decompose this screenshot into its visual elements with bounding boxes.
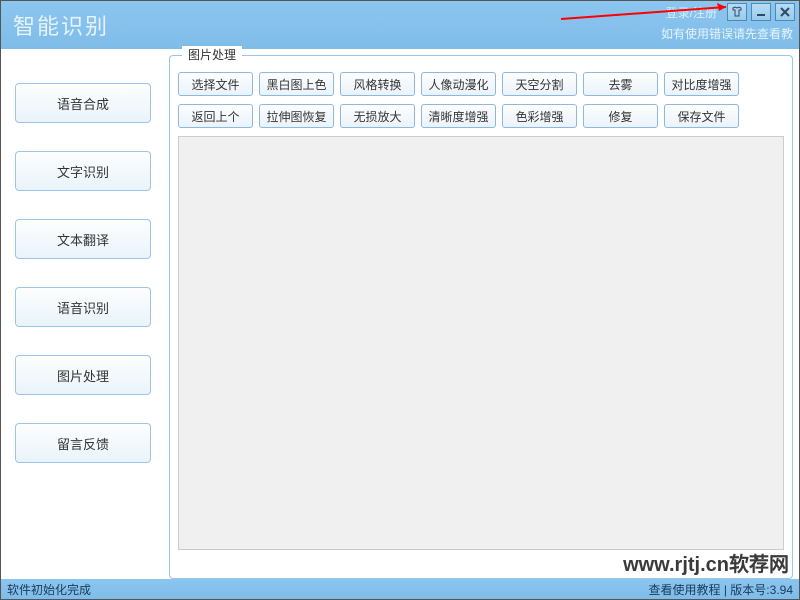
- statusbar: 软件初始化完成 查看使用教程 | 版本号:3.94: [1, 579, 799, 599]
- close-button[interactable]: [775, 3, 795, 21]
- main-area: 语音合成 文字识别 文本翻译 语音识别 图片处理 留言反馈 图片处理 选择文件 …: [1, 49, 799, 581]
- image-processing-group: 图片处理 选择文件 黑白图上色 风格转换 人像动漫化 天空分割 去雾 对比度增强…: [169, 55, 793, 579]
- version-label: 版本号:: [730, 583, 769, 597]
- titlebar: 智能识别 登录/注册 如有使用错误请先查看教: [1, 1, 799, 49]
- image-canvas: [178, 136, 784, 550]
- style-transfer-button[interactable]: 风格转换: [340, 72, 415, 96]
- lossless-enlarge-button[interactable]: 无损放大: [340, 104, 415, 128]
- app-title: 智能识别: [13, 9, 109, 41]
- clarity-enhance-button[interactable]: 清晰度增强: [421, 104, 496, 128]
- sidebar-item-asr[interactable]: 语音识别: [15, 287, 151, 327]
- tutorial-link[interactable]: 查看使用教程: [648, 583, 720, 597]
- stretch-restore-button[interactable]: 拉伸图恢复: [259, 104, 334, 128]
- contrast-enhance-button[interactable]: 对比度增强: [664, 72, 739, 96]
- sky-segment-button[interactable]: 天空分割: [502, 72, 577, 96]
- repair-button[interactable]: 修复: [583, 104, 658, 128]
- toolbar-row-1: 选择文件 黑白图上色 风格转换 人像动漫化 天空分割 去雾 对比度增强: [178, 72, 784, 96]
- save-file-button[interactable]: 保存文件: [664, 104, 739, 128]
- dehaze-button[interactable]: 去雾: [583, 72, 658, 96]
- status-left: 软件初始化完成: [7, 581, 91, 598]
- help-text[interactable]: 如有使用错误请先查看教: [661, 25, 793, 42]
- colorize-button[interactable]: 黑白图上色: [259, 72, 334, 96]
- toolbar-row-2: 返回上个 拉伸图恢复 无损放大 清晰度增强 色彩增强 修复 保存文件: [178, 104, 784, 128]
- undo-button[interactable]: 返回上个: [178, 104, 253, 128]
- login-link[interactable]: 登录/注册: [666, 4, 717, 21]
- portrait-anime-button[interactable]: 人像动漫化: [421, 72, 496, 96]
- sidebar: 语音合成 文字识别 文本翻译 语音识别 图片处理 留言反馈: [7, 55, 159, 581]
- color-enhance-button[interactable]: 色彩增强: [502, 104, 577, 128]
- sidebar-item-translate[interactable]: 文本翻译: [15, 219, 151, 259]
- minimize-button[interactable]: [751, 3, 771, 21]
- sidebar-item-ocr[interactable]: 文字识别: [15, 151, 151, 191]
- shirt-icon-button[interactable]: [727, 3, 747, 21]
- version-value: 3.94: [770, 583, 793, 597]
- sidebar-item-feedback[interactable]: 留言反馈: [15, 423, 151, 463]
- select-file-button[interactable]: 选择文件: [178, 72, 253, 96]
- status-right: 查看使用教程 | 版本号:3.94: [648, 581, 793, 598]
- sidebar-item-tts[interactable]: 语音合成: [15, 83, 151, 123]
- content-panel: 图片处理 选择文件 黑白图上色 风格转换 人像动漫化 天空分割 去雾 对比度增强…: [169, 55, 793, 581]
- group-title: 图片处理: [182, 46, 242, 63]
- sidebar-item-image[interactable]: 图片处理: [15, 355, 151, 395]
